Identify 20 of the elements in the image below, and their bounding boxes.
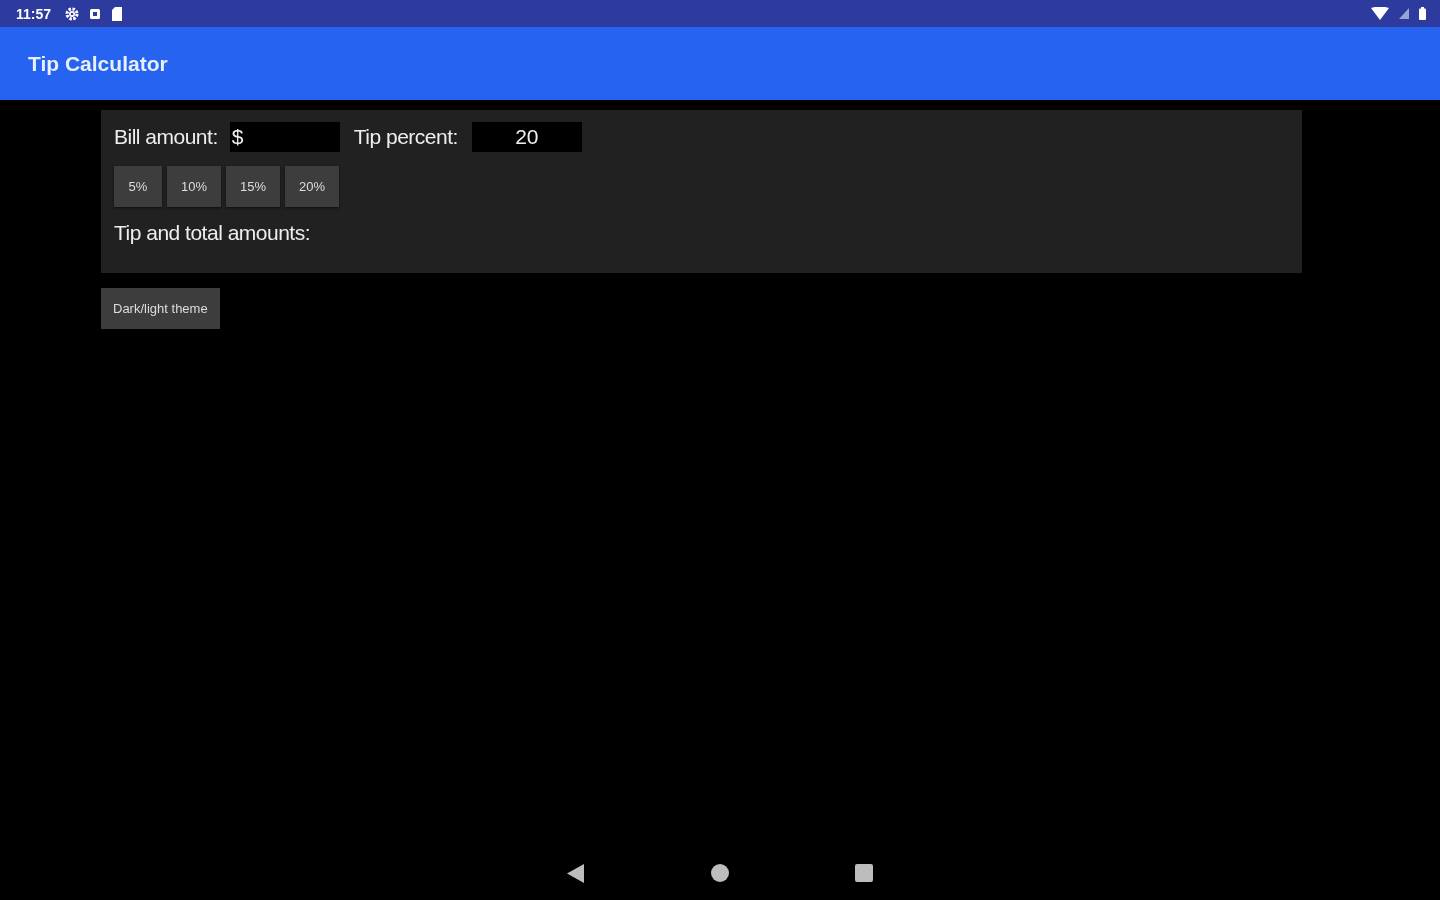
bill-amount-field[interactable]: $ (229, 122, 340, 152)
back-icon[interactable] (567, 863, 585, 883)
home-icon[interactable] (711, 864, 729, 882)
clock-time: 11:57 (16, 5, 52, 22)
tip-preset-button[interactable]: 5% (114, 166, 162, 207)
tip-total-label: Tip and total amounts: (114, 221, 311, 245)
battery-icon (1419, 7, 1426, 20)
gear-icon (65, 6, 80, 21)
tip-preset-button[interactable]: 20% (285, 166, 340, 207)
theme-toggle-button[interactable]: Dark/light theme (101, 288, 220, 329)
tip-preset-button[interactable]: 15% (226, 166, 281, 207)
wifi-icon (1371, 7, 1389, 20)
sd-card-icon (111, 6, 124, 21)
tip-preset-button[interactable]: 10% (167, 166, 222, 207)
square-icon (89, 7, 102, 20)
tip-percent-field[interactable]: 20 (471, 122, 582, 152)
app-title: Tip Calculator (28, 51, 168, 76)
bill-amount-label: Bill amount: (114, 125, 218, 149)
tip-percent-label: Tip percent: (353, 125, 458, 149)
signal-icon (1399, 8, 1409, 19)
